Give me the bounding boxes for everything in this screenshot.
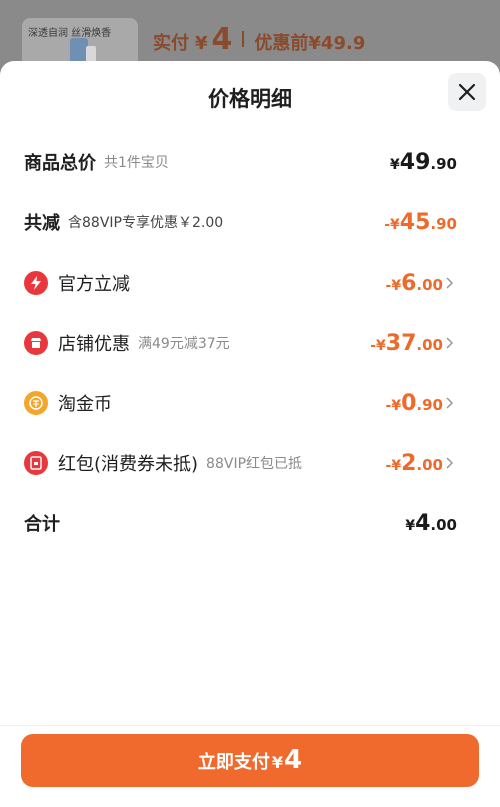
row-label: 合计 [24, 514, 60, 535]
coin-icon [24, 391, 48, 415]
row-total-discount: 共减 含88VIP专享优惠￥2.00 -¥ 45 .90 [24, 207, 457, 237]
chevron-right-icon [446, 337, 454, 349]
pay-button-amount: 4 [284, 745, 303, 775]
amount-int: 37 [385, 330, 417, 356]
paid-amount: 4 [211, 22, 233, 57]
pay-button-currency: ¥ [271, 753, 284, 772]
lightning-icon [24, 271, 48, 295]
amount-prefix: -¥ [385, 277, 402, 294]
sheet-title: 价格明细 [208, 87, 292, 111]
amount-prefix: ¥ [405, 517, 416, 534]
row-official-discount[interactable]: 官方立减 -¥ 6 .00 [24, 268, 457, 298]
row-amount: -¥ 2 .00 [386, 451, 443, 476]
amount-int: 45 [399, 209, 431, 235]
pay-now-button[interactable]: 立即支付 ¥ 4 [21, 734, 479, 787]
row-amount: -¥ 37 .00 [370, 331, 443, 356]
paid-label: 实付 [153, 33, 189, 54]
price-detail-sheet: 价格明细 商品总价 共1件宝贝 ¥ 49 .90 共减 含88VIP专享优惠￥2… [0, 61, 500, 807]
row-label: 共减 [24, 213, 60, 234]
price-summary: 实付 ¥ 4 优惠前 ¥49.9 [153, 22, 366, 57]
amount-prefix: ¥ [390, 156, 400, 173]
amount-dec: .00 [416, 335, 443, 354]
close-button[interactable] [448, 73, 486, 111]
row-amount: -¥ 45 .90 [384, 210, 457, 235]
amount-prefix: -¥ [370, 337, 386, 354]
amount-dec: .90 [430, 214, 457, 233]
row-shop-discount[interactable]: 店铺优惠 满49元减37元 -¥ 37 .00 [24, 328, 457, 358]
row-sub: 满49元减37元 [138, 336, 230, 352]
amount-int: 2 [401, 450, 417, 476]
amount-int: 0 [401, 390, 417, 416]
chevron-right-icon [446, 277, 454, 289]
paid-currency: ¥ [195, 33, 208, 54]
row-sub: 88VIP红包已抵 [206, 456, 303, 472]
amount-dec: .00 [416, 275, 443, 294]
amount-dec: .90 [430, 154, 457, 173]
amount-prefix: -¥ [385, 457, 402, 474]
original-amount: ¥49.9 [308, 33, 366, 54]
row-amount: ¥ 49 .90 [390, 150, 457, 175]
row-sub: 含88VIP专享优惠￥2.00 [68, 215, 224, 231]
row-total-price: 商品总价 共1件宝贝 ¥ 49 .90 [24, 147, 457, 177]
row-label: 红包(消费券未抵) [58, 454, 199, 475]
amount-dec: .00 [416, 455, 443, 474]
row-amount: -¥ 6 .00 [386, 271, 443, 296]
row-red-packet[interactable]: 红包(消费券未抵) 88VIP红包已抵 -¥ 2 .00 [24, 448, 457, 478]
row-sub: 共1件宝贝 [104, 155, 169, 171]
row-amount: -¥ 0 .90 [386, 391, 443, 416]
red-packet-icon [24, 451, 48, 475]
row-taojinbi[interactable]: 淘金币 -¥ 0 .90 [24, 388, 457, 418]
amount-int: 4 [415, 510, 431, 536]
pay-button-label: 立即支付 [197, 752, 270, 773]
row-label: 店铺优惠 [58, 334, 130, 355]
amount-int: 49 [399, 149, 431, 175]
summary-divider [242, 31, 245, 47]
row-label: 官方立减 [58, 274, 130, 295]
original-label: 优惠前 [254, 33, 309, 54]
row-amount: ¥ 4 .00 [405, 511, 457, 536]
row-label: 淘金币 [58, 394, 112, 415]
close-icon [458, 83, 476, 101]
amount-int: 6 [401, 270, 417, 296]
row-grand-total: 合计 ¥ 4 .00 [24, 508, 457, 538]
row-label: 商品总价 [24, 153, 96, 174]
thumbnail-caption: 深透自润 丝滑焕香 [28, 28, 112, 39]
chevron-right-icon [446, 457, 454, 469]
footer-divider [0, 725, 500, 726]
shop-icon [24, 331, 48, 355]
amount-dec: .90 [416, 395, 443, 414]
amount-prefix: -¥ [384, 216, 400, 233]
amount-dec: .00 [430, 515, 457, 534]
chevron-right-icon [446, 397, 454, 409]
amount-prefix: -¥ [385, 397, 402, 414]
